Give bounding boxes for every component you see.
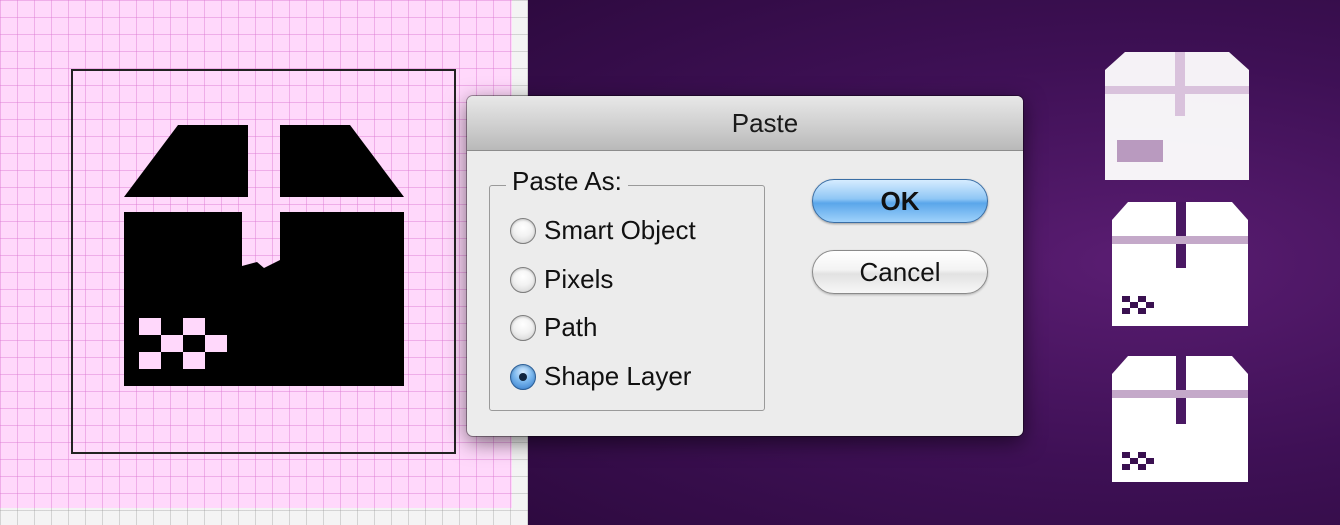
package-box-preview-icon-small bbox=[1112, 356, 1248, 482]
dialog-titlebar[interactable]: Paste bbox=[467, 96, 1023, 151]
radio-option-smart-object[interactable]: Smart Object bbox=[510, 215, 696, 246]
radio-button[interactable] bbox=[510, 266, 536, 293]
radio-label: Shape Layer bbox=[544, 361, 692, 391]
ok-button[interactable]: OK bbox=[812, 179, 988, 223]
paste-dialog: Paste Paste As: Smart Object Pixels Path… bbox=[467, 96, 1023, 436]
package-box-icon bbox=[124, 125, 404, 386]
cancel-button[interactable]: Cancel bbox=[812, 250, 988, 294]
radio-option-pixels[interactable]: Pixels bbox=[510, 264, 613, 295]
radio-button[interactable] bbox=[510, 314, 536, 341]
radio-button[interactable] bbox=[510, 217, 536, 244]
paste-as-group-label: Paste As: bbox=[506, 166, 628, 197]
radio-label: Path bbox=[544, 312, 598, 342]
package-box-preview-icon-medium bbox=[1112, 202, 1248, 326]
radio-option-path[interactable]: Path bbox=[510, 312, 598, 343]
radio-label: Smart Object bbox=[544, 215, 696, 245]
dialog-title: Paste bbox=[731, 107, 799, 138]
pixel-grid-canvas bbox=[0, 0, 528, 525]
radio-button-selected[interactable] bbox=[510, 363, 536, 390]
package-box-preview-icon-large bbox=[1105, 52, 1249, 180]
radio-label: Pixels bbox=[544, 264, 614, 294]
radio-option-shape-layer[interactable]: Shape Layer bbox=[510, 361, 691, 392]
